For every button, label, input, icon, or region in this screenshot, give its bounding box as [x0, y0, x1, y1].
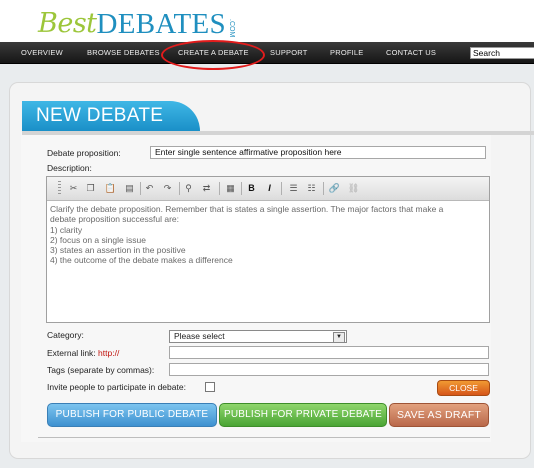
invite-label: Invite people to participate in debate: — [47, 382, 186, 392]
proposition-label: Debate proposition: — [47, 148, 121, 158]
description-line: 2) focus on a single issue — [50, 234, 146, 245]
publish-public-button[interactable]: PUBLISH FOR PUBLIC DEBATE — [47, 403, 217, 427]
logo-com-text: .COM — [227, 18, 235, 37]
title-banner: NEW DEBATE — [22, 101, 200, 131]
description-editor: ✂ ❐ 📋 ▤ ↶ ↷ ⚲ ⇄ ▦ B I ☰ ☷ 🔗 ⛓ Clarify th… — [46, 176, 490, 323]
unlink-icon[interactable]: ⛓ — [347, 182, 360, 195]
toolbar-separator — [323, 182, 324, 195]
save-draft-button[interactable]: SAVE AS DRAFT — [389, 403, 489, 427]
paste-word-icon[interactable]: ▤ — [123, 182, 136, 195]
close-button[interactable]: CLOSE — [437, 380, 490, 396]
description-line: 1) clarity — [50, 224, 83, 235]
nav-browse-debates[interactable]: BROWSE DEBATES — [87, 42, 160, 63]
category-select[interactable]: Please select ▼ — [169, 330, 347, 343]
copy-icon[interactable]: ❐ — [84, 182, 97, 195]
description-line: Clarify the debate proposition. Remember… — [50, 204, 444, 214]
toolbar-separator — [179, 182, 180, 195]
site-header: Best DEBATES .COM — [0, 0, 534, 42]
form-bottom-divider — [38, 437, 490, 438]
proposition-input[interactable]: Enter single sentence affirmative propos… — [150, 146, 486, 159]
description-line: debate proposition successful are: — [50, 214, 179, 225]
bold-icon[interactable]: B — [245, 182, 258, 195]
toolbar-separator — [140, 182, 141, 195]
description-textarea[interactable]: Clarify the debate proposition. Remember… — [50, 204, 486, 319]
publish-private-button[interactable]: PUBLISH FOR PRIVATE DEBATE — [219, 403, 387, 427]
nav-contact-us[interactable]: CONTACT US — [386, 42, 436, 63]
bullet-list-icon[interactable]: ☷ — [305, 182, 318, 195]
logo-debates-text: DEBATES — [96, 8, 226, 40]
page-title: NEW DEBATE — [36, 105, 164, 126]
toolbar-separator — [281, 182, 282, 195]
logo-best-text: Best — [38, 8, 97, 39]
redo-icon[interactable]: ↷ — [161, 182, 174, 195]
search-input[interactable]: Search — [470, 47, 534, 59]
undo-icon[interactable]: ↶ — [143, 182, 156, 195]
paste-icon[interactable]: 📋 — [104, 182, 117, 195]
find-icon[interactable]: ⚲ — [182, 182, 195, 195]
replace-icon[interactable]: ⇄ — [200, 182, 213, 195]
link-icon[interactable]: 🔗 — [328, 182, 341, 195]
editor-toolbar: ✂ ❐ 📋 ▤ ↶ ↷ ⚲ ⇄ ▦ B I ☰ ☷ 🔗 ⛓ — [47, 177, 489, 201]
category-label: Category: — [47, 330, 84, 340]
nav-overview[interactable]: OVERVIEW — [21, 42, 63, 63]
toolbar-separator — [219, 182, 220, 195]
external-link-label: External link: http:// — [47, 348, 119, 358]
title-divider — [22, 131, 534, 135]
category-selected-value: Please select — [174, 331, 225, 341]
main-nav: OVERVIEW BROWSE DEBATES CREATE A DEBATE … — [0, 42, 534, 64]
create-debate-highlight-ellipse — [161, 40, 265, 70]
tags-label: Tags (separate by commas): — [47, 365, 155, 375]
nav-profile[interactable]: PROFILE — [330, 42, 364, 63]
invite-checkbox[interactable] — [205, 382, 215, 392]
external-link-input[interactable] — [169, 346, 489, 359]
external-link-label-text: External link: — [47, 348, 96, 358]
select-all-icon[interactable]: ▦ — [224, 182, 237, 195]
cut-icon[interactable]: ✂ — [67, 182, 80, 195]
numbered-list-icon[interactable]: ☰ — [287, 182, 300, 195]
nav-support[interactable]: SUPPORT — [270, 42, 308, 63]
tags-input[interactable] — [169, 363, 489, 376]
toolbar-grip[interactable] — [58, 181, 61, 196]
description-line: 4) the outcome of the debate makes a dif… — [50, 255, 233, 266]
toolbar-separator — [241, 182, 242, 195]
bestdebates-logo[interactable]: Best DEBATES .COM — [38, 4, 235, 40]
italic-icon[interactable]: I — [263, 182, 276, 195]
description-label: Description: — [47, 163, 92, 173]
description-line: 3) states an assertion in the positive — [50, 245, 186, 256]
external-link-prefix: http:// — [98, 348, 120, 358]
chevron-down-icon[interactable]: ▼ — [333, 332, 345, 343]
